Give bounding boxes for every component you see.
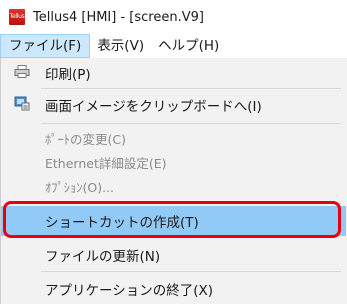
menu-separator	[41, 88, 341, 89]
menu-item-ethernet-settings: Ethernet詳細設定(E)	[1, 150, 346, 174]
menu-help[interactable]: ヘルプ(H)	[151, 34, 226, 58]
menu-item-port-change: ﾎﾟｰﾄの変更(C)	[1, 126, 346, 150]
menu-file[interactable]: ファイル(F)	[0, 34, 91, 58]
menu-bar: ファイル(F) 表示(V) ヘルプ(H)	[0, 34, 347, 58]
print-label: 印刷(P)	[45, 66, 91, 83]
exit-label: アプリケーションの終了(X)	[45, 282, 214, 299]
menu-separator	[41, 271, 341, 272]
menu-item-exit[interactable]: アプリケーションの終了(X)	[1, 274, 346, 303]
menu-item-update-file[interactable]: ファイルの更新(N)	[1, 240, 346, 269]
clipboard-monitor-icon	[14, 95, 30, 115]
title-bar: Tellus Tellus4 [HMI] - [screen.V9]	[0, 0, 347, 34]
update-file-label: ファイルの更新(N)	[45, 248, 161, 265]
menu-item-create-shortcut[interactable]: ショートカットの作成(T)	[1, 206, 346, 236]
file-menu-dropdown: 印刷(P) 画面イメージをクリップボードへ(I) ﾎﾟｰﾄの変更(C) Ethe…	[0, 58, 347, 304]
printer-icon	[14, 63, 30, 82]
menu-item-print[interactable]: 印刷(P)	[1, 58, 346, 87]
menu-item-copy-screen-image[interactable]: 画面イメージをクリップボードへ(I)	[1, 90, 346, 119]
create-shortcut-label: ショートカットの作成(T)	[45, 215, 199, 231]
ethernet-settings-label: Ethernet詳細設定(E)	[45, 155, 167, 171]
menu-item-options: ｵﾌﾟｼｮﾝ(O)...	[1, 174, 346, 198]
menu-separator	[41, 123, 341, 124]
app-icon: Tellus	[9, 9, 25, 25]
port-change-label: ﾎﾟｰﾄの変更(C)	[45, 131, 126, 147]
menu-separator	[41, 203, 341, 204]
copy-screen-image-label: 画面イメージをクリップボードへ(I)	[45, 98, 262, 115]
menu-view[interactable]: 表示(V)	[90, 34, 151, 58]
options-label: ｵﾌﾟｼｮﾝ(O)...	[45, 179, 115, 195]
window-title: Tellus4 [HMI] - [screen.V9]	[33, 9, 204, 25]
